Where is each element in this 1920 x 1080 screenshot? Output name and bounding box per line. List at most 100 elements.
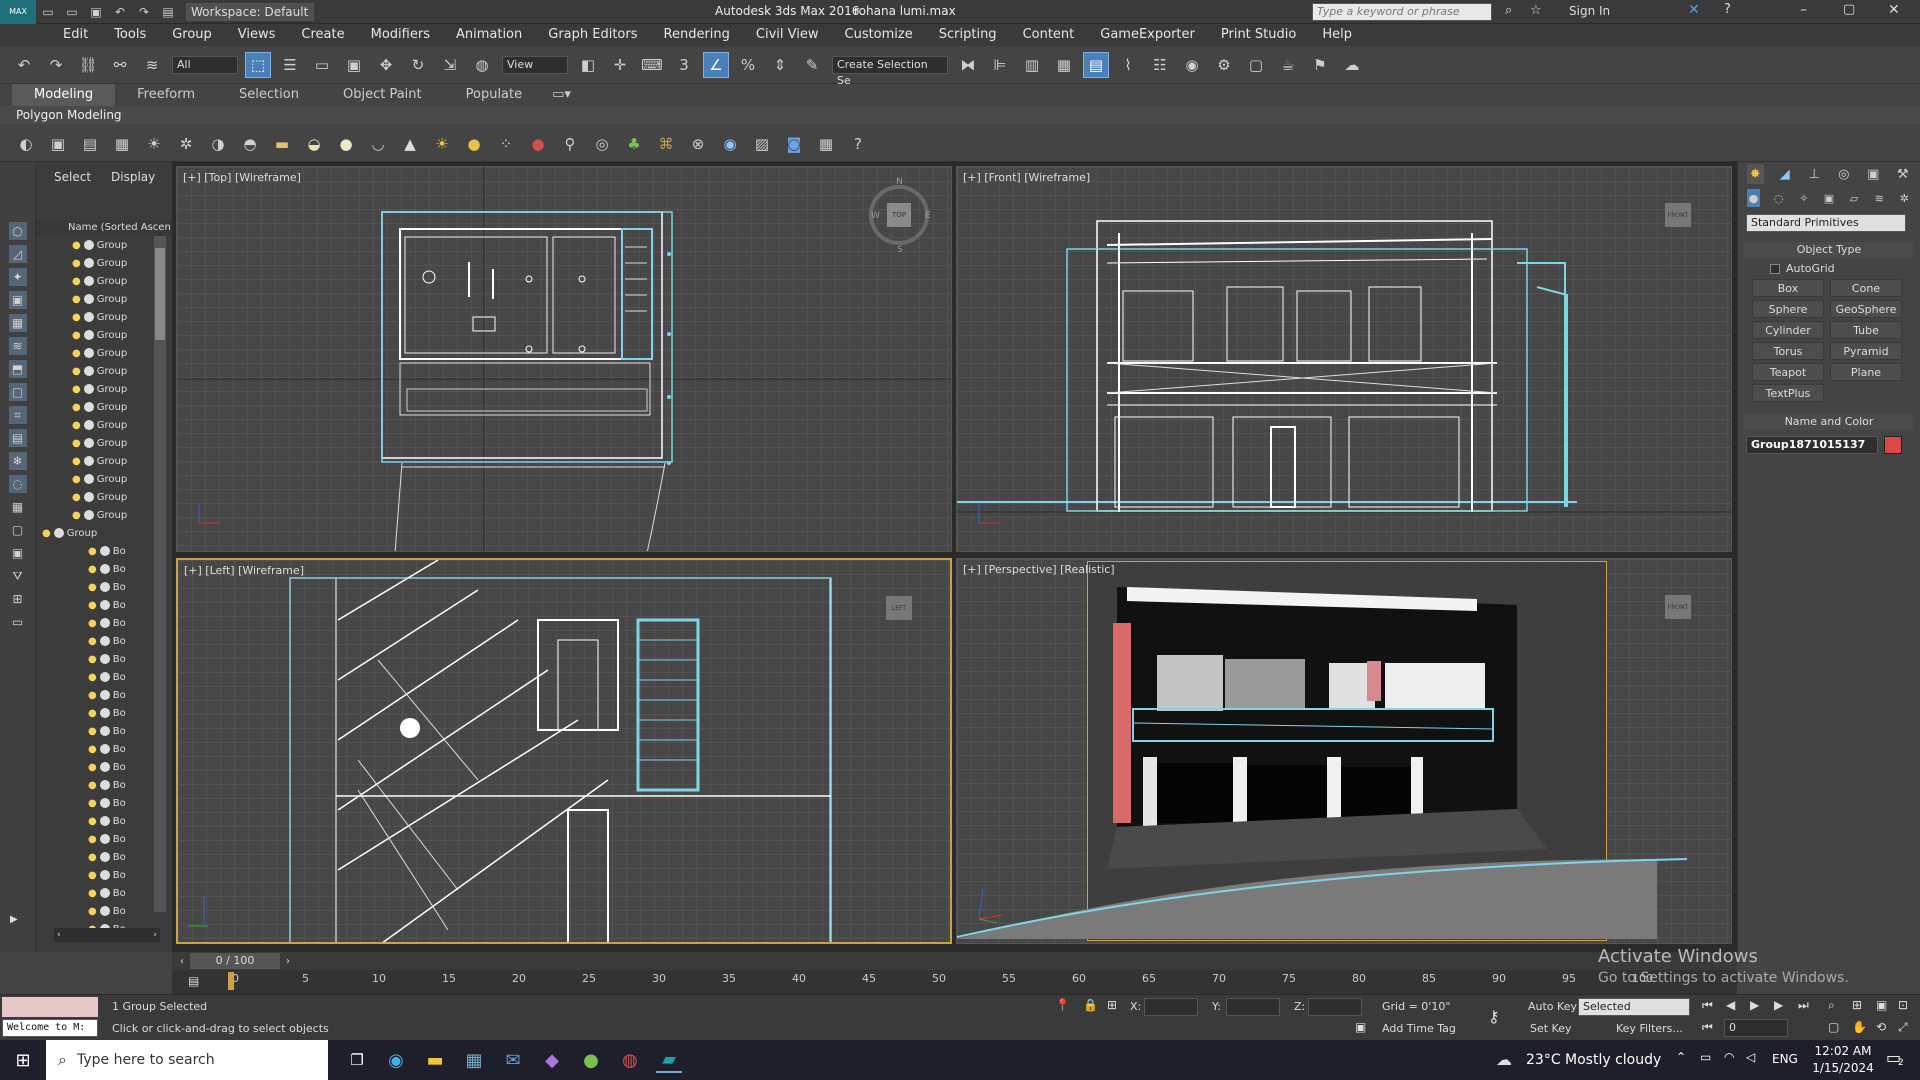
light-bulb-icon[interactable]: ●	[72, 420, 81, 431]
scene-row[interactable]: ● Bo	[36, 686, 154, 704]
unlink-icon[interactable]: ⚯	[107, 52, 133, 78]
light-bulb-icon[interactable]: ●	[88, 888, 97, 899]
scene-row[interactable]: ● Group	[36, 308, 154, 326]
light-bulb-icon[interactable]: ●	[42, 528, 51, 539]
light-bulb-icon[interactable]: ●	[88, 870, 97, 881]
light-lister-icon[interactable]: ☀	[141, 131, 167, 157]
wifi-icon[interactable]: ◠	[1724, 1050, 1734, 1064]
exchange-icon[interactable]: ✕	[1688, 2, 1700, 18]
light-bulb-icon[interactable]: ●	[88, 654, 97, 665]
viewport-label-top[interactable]: [+] [Top] [Wireframe]	[183, 171, 301, 184]
light-bulb-icon[interactable]: ●	[72, 510, 81, 521]
clock-time[interactable]: 12:02 AM	[1808, 1043, 1878, 1060]
menu-item-content[interactable]: Content	[1010, 24, 1088, 46]
light-bulb-icon[interactable]: ●	[72, 402, 81, 413]
pivot-center-icon[interactable]: ◧	[575, 52, 601, 78]
scene-row[interactable]: ● Group	[36, 272, 154, 290]
primitive-tube-button[interactable]: Tube	[1830, 321, 1902, 339]
display-shapes-icon[interactable]: ◿	[8, 245, 27, 263]
save-file-icon[interactable]: ▣	[87, 0, 105, 25]
material-editor-icon[interactable]: ◉	[1179, 52, 1205, 78]
file-explorer-icon[interactable]: ▬	[422, 1047, 448, 1073]
render-setup-icon[interactable]: ⚙	[1211, 52, 1237, 78]
freeze-toggle-icon[interactable]	[99, 906, 110, 916]
scene-row[interactable]: ● Group	[36, 236, 154, 254]
language-indicator[interactable]: ENG	[1772, 1052, 1798, 1066]
light-bulb-icon[interactable]: ●	[88, 852, 97, 863]
freeze-toggle-icon[interactable]	[83, 438, 94, 448]
plane-primitive-icon[interactable]: ▬	[269, 131, 295, 157]
sun-light-icon[interactable]: ☀	[429, 131, 455, 157]
maximize-button[interactable]: ▢	[1843, 2, 1855, 17]
z-coord-field[interactable]	[1308, 998, 1362, 1016]
time-slider[interactable]: 0 / 100	[190, 953, 280, 969]
dome-primitive-icon[interactable]: ◒	[301, 131, 327, 157]
maximize-viewport-icon[interactable]: ⤢	[1898, 1020, 1908, 1035]
display-groups-icon[interactable]: ⬒	[8, 360, 27, 378]
freeze-toggle-icon[interactable]	[83, 330, 94, 340]
scale-icon[interactable]: ⇲	[437, 52, 463, 78]
display-lights-icon[interactable]: ✦	[8, 268, 27, 286]
bind-space-warp-icon[interactable]: ≋	[139, 52, 165, 78]
maxscript-mini-listener[interactable]: Welcome to M:	[2, 1019, 98, 1037]
bowl-primitive-icon[interactable]: ◡	[365, 131, 391, 157]
scene-row[interactable]: ● Bo	[36, 902, 154, 920]
scene-row[interactable]: ● Group	[36, 506, 154, 524]
freeze-toggle-icon[interactable]	[99, 834, 110, 844]
freeze-toggle-icon[interactable]	[83, 384, 94, 394]
plant-icon[interactable]: ♣	[621, 131, 647, 157]
scene-row[interactable]: ● Bo	[36, 848, 154, 866]
scene-row[interactable]: ● Group	[36, 362, 154, 380]
freeze-toggle-icon[interactable]	[99, 654, 110, 664]
primitive-box-button[interactable]: Box	[1752, 279, 1824, 297]
scene-row[interactable]: ● Bo	[36, 560, 154, 578]
scene-explorer-toggle-icon[interactable]: ▤	[1083, 51, 1109, 78]
utility-icon[interactable]: ▦	[813, 131, 839, 157]
freeze-toggle-icon[interactable]	[99, 816, 110, 826]
utilities-tab-icon[interactable]: ⚒	[1895, 164, 1912, 184]
scene-row[interactable]: ● Group	[36, 452, 154, 470]
light-bulb-icon[interactable]: ●	[88, 636, 97, 647]
menu-item-print-studio[interactable]: Print Studio	[1208, 24, 1309, 46]
help-icon[interactable]: ?	[1724, 2, 1731, 17]
tray-chevron-icon[interactable]: ⌃	[1676, 1050, 1686, 1064]
display-tab-icon[interactable]: ▣	[1865, 164, 1882, 184]
scene-row[interactable]: ● Bo	[36, 578, 154, 596]
light-bulb-icon[interactable]: ●	[88, 726, 97, 737]
object-name-input[interactable]: Group1871015137	[1746, 436, 1878, 454]
scene-states-icon[interactable]: ▣	[45, 131, 71, 157]
pan-icon[interactable]: ✋	[1852, 1020, 1867, 1034]
light-bulb-icon[interactable]: ●	[72, 492, 81, 503]
star-icon[interactable]: ☆	[1530, 3, 1542, 18]
light-bulb-icon[interactable]: ●	[72, 474, 81, 485]
freeze-toggle-icon[interactable]	[99, 726, 110, 736]
light-bulb-icon[interactable]: ●	[88, 600, 97, 611]
scene-row[interactable]: ● Bo	[36, 596, 154, 614]
display-all-icon[interactable]: ▦	[9, 498, 27, 516]
tripod-icon[interactable]: ⚲	[557, 131, 583, 157]
scene-row[interactable]: ● Group	[36, 344, 154, 362]
time-marker[interactable]	[228, 972, 234, 990]
viewcube-top[interactable]: TOP N S W E	[869, 177, 931, 255]
lights-category-icon[interactable]: ✧	[1797, 189, 1810, 207]
primitive-torus-button[interactable]: Torus	[1752, 342, 1824, 360]
scene-row[interactable]: ● Bo	[36, 704, 154, 722]
light-bulb-icon[interactable]: ●	[88, 816, 97, 827]
material-sphere-icon[interactable]: ◉	[717, 131, 743, 157]
time-slider-prev[interactable]: ‹	[180, 956, 184, 967]
key-mode-toggle-icon[interactable]: ⏮	[1702, 1020, 1713, 1035]
scene-row[interactable]: ● Bo	[36, 632, 154, 650]
find-icon[interactable]: ▭	[9, 613, 27, 631]
helper-icon[interactable]: ✲	[173, 131, 199, 157]
reference-coord-dropdown[interactable]: View	[502, 55, 568, 74]
key-icon[interactable]: ⚷	[1488, 1007, 1500, 1026]
freeze-toggle-icon[interactable]	[83, 420, 94, 430]
grid-toggle-icon[interactable]: ▦	[109, 131, 135, 157]
polygon-modeling-label[interactable]: Polygon Modeling	[16, 108, 122, 122]
select-manipulate-icon[interactable]: ✛	[607, 52, 633, 78]
window-crossing-icon[interactable]: ▣	[341, 52, 367, 78]
scene-row[interactable]: ● Group	[36, 326, 154, 344]
scene-row[interactable]: ● Bo	[36, 866, 154, 884]
absolute-mode-icon[interactable]: ⊞	[1107, 998, 1117, 1012]
light-bulb-icon[interactable]: ●	[72, 240, 81, 251]
